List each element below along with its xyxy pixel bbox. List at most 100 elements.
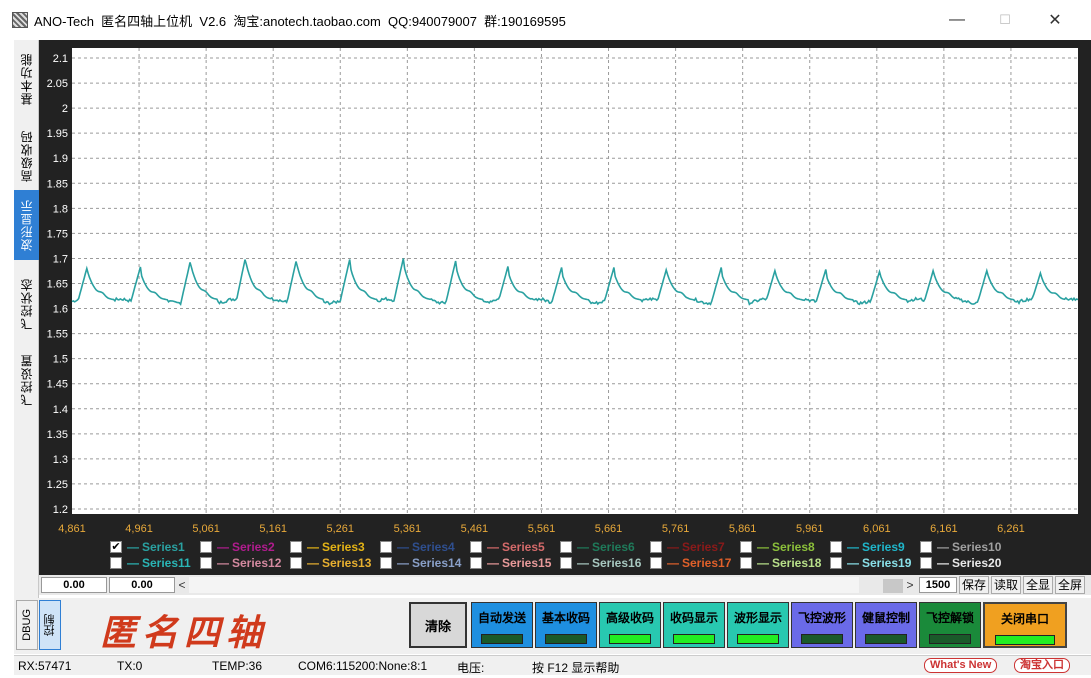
status-indicator	[865, 634, 907, 644]
legend-item[interactable]: — Series9	[830, 540, 920, 554]
tab-dbug[interactable]: DBUG	[16, 600, 38, 650]
legend-item[interactable]: — Series17	[650, 556, 740, 570]
checkbox-icon[interactable]	[470, 541, 482, 553]
save-button[interactable]: 保存	[959, 576, 990, 594]
minimize-button[interactable]: —	[934, 0, 980, 40]
x-tick-label: 6,261	[997, 523, 1025, 535]
scroll-thumb[interactable]	[883, 578, 903, 593]
legend-row: ✔ — Series1— Series2— Series3— Series4— Series…	[110, 539, 1010, 555]
legend-item[interactable]: — Series10	[920, 540, 1010, 554]
close-port-button[interactable]: 关闭串口	[983, 602, 1067, 648]
legend-item[interactable]: — Series12	[200, 556, 290, 570]
legend-item[interactable]: — Series8	[740, 540, 830, 554]
legend-item[interactable]: — Series16	[560, 556, 650, 570]
legend-label: Series5	[502, 540, 545, 554]
close-button[interactable]: ✕	[1032, 0, 1078, 40]
whats-new-link[interactable]: What's New	[924, 658, 998, 673]
y-tick-label: 1.2	[53, 504, 68, 516]
checkbox-icon[interactable]	[650, 557, 662, 569]
auto-send-button[interactable]: 自动发送	[471, 602, 533, 648]
legend-label: Series9	[862, 540, 905, 554]
tab-flight-status[interactable]: 飞控状态	[14, 268, 39, 340]
y-tick-label: 1.9	[53, 153, 68, 165]
scroll-track[interactable]	[189, 577, 859, 593]
checkbox-icon[interactable]	[650, 541, 662, 553]
scroll-right-arrow-icon[interactable]: >	[903, 577, 917, 593]
basic-receive-button[interactable]: 基本收码	[535, 602, 597, 648]
legend-item[interactable]: — Series11	[110, 556, 200, 570]
waveform-display-button[interactable]: 波形显示	[727, 602, 789, 648]
checkbox-icon[interactable]	[740, 557, 752, 569]
legend-item[interactable]: — Series4	[380, 540, 470, 554]
legend-item[interactable]: — Series2	[200, 540, 290, 554]
legend-label: Series19	[862, 556, 912, 570]
read-button[interactable]: 读取	[991, 576, 1022, 594]
value-left-field[interactable]: 0.00	[41, 577, 107, 593]
tab-advanced-receive[interactable]: 高级收码	[14, 120, 39, 192]
clear-button[interactable]: 清除	[409, 602, 467, 648]
legend-item[interactable]: — Series15	[470, 556, 560, 570]
scroll-left-arrow-icon[interactable]: <	[175, 577, 189, 593]
checkbox-icon[interactable]	[110, 557, 122, 569]
checkbox-icon[interactable]	[200, 557, 212, 569]
points-field[interactable]: 1500	[919, 577, 957, 593]
bottom-toolbar: DBUG 控制 匿名四轴 清除 自动发送 基本收码 高级收码 收码显示 波形显示 飞控波形…	[14, 598, 1091, 654]
checkbox-icon[interactable]	[830, 557, 842, 569]
legend-item[interactable]: — Series5	[470, 540, 560, 554]
taobao-link[interactable]: 淘宝入口	[1014, 658, 1070, 673]
checkbox-icon[interactable]	[380, 557, 392, 569]
mouse-control-button[interactable]: 健鼠控制	[855, 602, 917, 648]
button-label: 高级收码	[605, 611, 654, 625]
legend-item[interactable]: — Series7	[650, 540, 740, 554]
checkbox-icon[interactable]	[920, 557, 932, 569]
waveform-chart[interactable]: 2.1 2.05 2 1.95 1.9 1.85 1.8 1.75 1.7 1.65 1.6 1.55…	[39, 40, 1091, 575]
maximize-button[interactable]: ☐	[982, 0, 1028, 40]
brand-logo: 匿名四轴	[100, 612, 269, 654]
x-tick-label: 5,061	[192, 523, 220, 535]
legend-item[interactable]: — Series3	[290, 540, 380, 554]
value-right-field[interactable]: 0.00	[109, 577, 175, 593]
checkbox-icon[interactable]	[290, 557, 302, 569]
series-dash-icon: —	[757, 556, 769, 570]
y-tick-label: 1.3	[53, 454, 68, 466]
tab-flight-settings[interactable]: 飞控设置	[14, 344, 39, 416]
x-tick-label: 5,961	[796, 523, 824, 535]
flight-waveform-button[interactable]: 飞控波形	[791, 602, 853, 648]
x-tick-label: 5,661	[595, 523, 623, 535]
checkbox-icon[interactable]	[830, 541, 842, 553]
advanced-receive-button[interactable]: 高级收码	[599, 602, 661, 648]
fullscreen-button[interactable]: 全屏	[1055, 576, 1086, 594]
checkbox-icon[interactable]	[290, 541, 302, 553]
legend-item[interactable]: — Series20	[920, 556, 1010, 570]
legend-label: Series13	[322, 556, 372, 570]
tab-waveform[interactable]: 波形显示	[14, 190, 39, 260]
checkbox-icon[interactable]	[560, 541, 572, 553]
checkbox-checked-icon[interactable]: ✔	[110, 541, 122, 553]
status-indicator	[737, 634, 779, 644]
checkbox-icon[interactable]	[470, 557, 482, 569]
series-dash-icon: —	[217, 540, 229, 554]
legend-item[interactable]: — Series13	[290, 556, 380, 570]
legend-item[interactable]: ✔ — Series1	[110, 540, 200, 554]
flight-unlock-button[interactable]: 飞控解锁	[919, 602, 981, 648]
legend-item[interactable]: — Series19	[830, 556, 920, 570]
receive-display-button[interactable]: 收码显示	[663, 602, 725, 648]
y-tick-label: 1.5	[53, 354, 68, 366]
checkbox-icon[interactable]	[560, 557, 572, 569]
legend-item[interactable]: — Series18	[740, 556, 830, 570]
status-indicator	[801, 634, 843, 644]
checkbox-icon[interactable]	[380, 541, 392, 553]
checkbox-icon[interactable]	[740, 541, 752, 553]
y-tick-label: 2.05	[47, 78, 68, 90]
tab-control[interactable]: 控制	[39, 600, 61, 650]
legend-item[interactable]: — Series14	[380, 556, 470, 570]
series-dash-icon: —	[307, 556, 319, 570]
app-icon	[12, 12, 28, 28]
legend-item[interactable]: — Series6	[560, 540, 650, 554]
checkbox-icon[interactable]	[200, 541, 212, 553]
show-all-button[interactable]: 全显	[1023, 576, 1054, 594]
y-tick-label: 1.55	[47, 329, 68, 341]
checkbox-icon[interactable]	[920, 541, 932, 553]
tab-basic-functions[interactable]: 基本功能	[14, 46, 39, 112]
series-dash-icon: —	[397, 540, 409, 554]
